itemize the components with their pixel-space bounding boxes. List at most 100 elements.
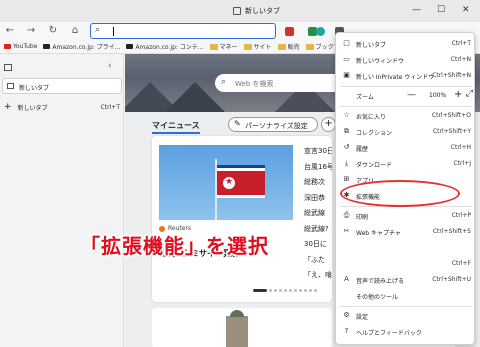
menu-item-label: 履歴 [356,146,369,153]
news-side-item[interactable]: 総武線 [304,206,332,222]
carousel-dot[interactable] [284,289,287,292]
menu-item-favorites[interactable]: ☆ お気に入り Ctrl+Shift+O [336,108,476,124]
folder-icon [209,43,218,50]
read-aloud-icon: A [344,275,349,283]
maximize-button[interactable]: ☐ [437,5,445,15]
menu-item-label: 新しいタブ [356,42,387,49]
menu-item-print[interactable]: ⎙ 印刷 Ctrl+P [336,208,476,224]
zoom-in-button[interactable]: + [454,89,462,100]
menu-item-downloads[interactable]: ⤓ ダウンロード Ctrl+J [336,156,476,172]
tab-page-icon [7,83,14,89]
flag-image: ★ [217,165,265,198]
extension-red-icon[interactable] [285,27,294,36]
refresh-button[interactable]: ↻ [46,24,60,38]
menu-item-read-aloud[interactable]: A 音声で読み上げる Ctrl+Shift+U [336,272,476,288]
highlight-circle [340,180,460,207]
news-side-item[interactable]: 総武線? [304,222,332,238]
menu-item-settings[interactable]: ⚙ 設定 [336,308,476,324]
news-card[interactable]: ★ Reuters 北朝鮮がミサイル発射 宣言30日 台風16号 総務次 深田恭… [152,136,332,302]
menu-item-shortcut: Ctrl+Shift+Y [432,128,471,135]
vertical-tab-item[interactable]: 新しいタブ [2,78,122,94]
zoom-value: 100% [429,92,447,99]
bookmark-label: 販売 [287,44,300,51]
youtube-icon [4,44,11,49]
vertical-tabs-panel: ‹ 新しいタブ + 新しいタブ Ctrl+T [0,54,124,347]
tab-my-news[interactable]: マイニュース [152,120,200,134]
carousel-dot[interactable] [289,289,292,292]
bookmark-label: マネー [219,44,238,51]
carousel-dot[interactable] [269,289,272,292]
bookmark-folder-sales[interactable]: 販売 [277,42,300,51]
carousel-dot[interactable] [274,289,277,292]
carousel-dot[interactable] [309,289,312,292]
news-side-item[interactable]: 台風16号 [304,160,332,176]
menu-item-shortcut: Ctrl+P [451,212,471,219]
fullscreen-icon[interactable]: ⤢ [466,89,473,99]
history-icon: ↺ [343,143,350,151]
news-side-item[interactable]: 宣言30日 [304,144,332,160]
extension-teal-icon[interactable] [316,27,325,36]
bookmark-amazon-prime[interactable]: Amazon.co.jp: プライ... [43,42,120,51]
menu-item-shortcut: Ctrl+Shift+O [431,112,471,119]
menu-item-label: 新しいウィンドウ [356,58,405,65]
zoom-out-button[interactable]: — [407,90,416,100]
menu-item-new-tab[interactable]: □ 新しいタブ Ctrl+T [336,36,476,52]
menu-item-inprivate[interactable]: ▣ 新しい InPrivate ウィンドウ Ctrl+Shift+N [336,68,476,84]
instruction-caption: 「拡張機能」を選択 [80,234,269,258]
pencil-icon: ✎ [234,119,241,128]
download-icon: ⤓ [344,159,349,167]
new-tab-button[interactable]: + 新しいタブ Ctrl+T [4,101,120,113]
news-side-item[interactable]: 総務次 [304,175,332,191]
menu-item-label: Web キャプチャ [356,230,401,237]
minimize-button[interactable]: — [412,5,421,15]
tab-page-icon [233,7,241,15]
new-window-icon: ▭ [343,55,350,63]
add-button[interactable]: + [321,117,336,132]
menu-divider [340,86,472,87]
menu-item-label: ズーム [356,94,374,101]
carousel-dot[interactable] [279,289,282,292]
news-side-item[interactable]: 深田恭 [304,191,332,207]
carousel-dot[interactable] [304,289,307,292]
menu-item-collections[interactable]: ⧉ コレクション Ctrl+Shift+Y [336,124,476,140]
menu-item-label: コレクション [356,130,393,137]
bookmark-folder-money[interactable]: マネー [209,42,238,51]
collapse-panel-icon[interactable]: ‹ [108,61,112,71]
carousel-dots[interactable] [253,289,317,292]
inprivate-icon: ▣ [343,71,350,79]
news-side-item[interactable]: 30日に [304,237,332,253]
menu-item-help[interactable]: ? ヘルプとフィードバック [336,324,476,340]
carousel-dot[interactable] [294,289,297,292]
carousel-dot[interactable] [299,289,302,292]
personalize-button[interactable]: ✎ パーソナライズ設定 [228,117,318,132]
home-button[interactable]: ⌂ [68,24,82,38]
scissors-icon: ✂ [343,227,350,235]
address-bar[interactable]: ⌕ [90,23,276,39]
menu-item-more-tools[interactable]: その他のツール [336,288,476,304]
bookmark-youtube[interactable]: YouTube [4,43,37,50]
browser-tab[interactable]: 新しいタブ [233,4,280,18]
close-window-button[interactable]: ✕ [462,5,470,15]
menu-item-find[interactable]: Ctrl+F [336,256,476,272]
menu-item-web-capture[interactable]: ✂ Web キャプチャ Ctrl+Shift+S [336,224,476,240]
back-button[interactable]: ← [3,24,17,38]
carousel-dot[interactable] [314,289,317,292]
forward-button[interactable]: → [24,24,38,38]
news-side-item[interactable]: 「え、喰 [304,268,332,284]
bookmark-amazon-content[interactable]: Amazon.co.jp: コンテ... [126,42,204,51]
search-icon: ⌕ [95,25,101,35]
bookmark-folder-site[interactable]: サイト [243,42,272,51]
bookmark-label: Amazon.co.jp: プライ... [52,44,121,51]
carousel-dot-active[interactable] [253,289,267,292]
menu-item-new-window[interactable]: ▭ 新しいウィンドウ Ctrl+N [336,52,476,68]
bookmark-label: サイト [253,44,272,51]
news-card-secondary[interactable] [152,308,332,347]
menu-item-label: 音声で読み上げる [356,278,405,285]
menu-item-label: ダウンロード [356,162,393,169]
folder-icon [305,43,314,50]
tab-actions-icon[interactable] [4,64,12,71]
new-tab-icon: □ [343,39,350,47]
menu-item-history[interactable]: ↺ 履歴 Ctrl+H [336,140,476,156]
news-side-item[interactable]: 「ふた [304,253,332,269]
menu-item-zoom: ズーム — 100% + ⤢ [336,88,476,104]
